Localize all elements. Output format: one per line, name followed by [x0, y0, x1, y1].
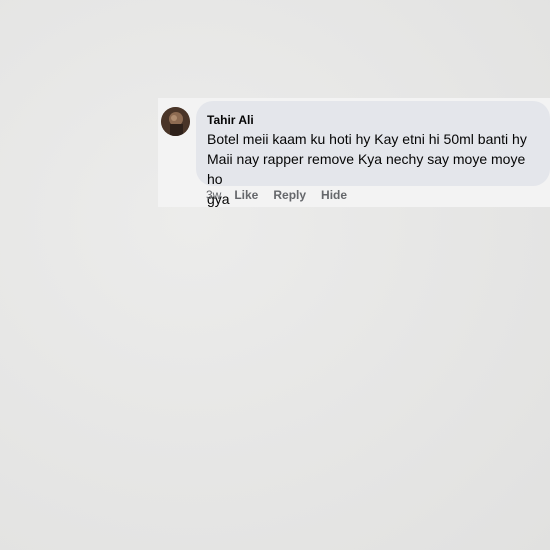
comment-bubble: Tahir Ali Botel meii kaam ku hoti hy Kay… [196, 101, 550, 207]
comment-card: Tahir Ali Botel meii kaam ku hoti hy Kay… [158, 98, 550, 207]
comment-text-line: Botel meii kaam ku hoti hy Kay etni hi 5… [207, 131, 527, 147]
comment-timestamp[interactable]: 3w [206, 188, 221, 202]
user-avatar-photo-icon [161, 107, 190, 136]
comment-actions: 3w Like Reply Hide [206, 188, 362, 202]
comment-author[interactable]: Tahir Ali [207, 113, 538, 127]
comment-text-line: Maii nay rapper remove Kya nechy say moy… [207, 151, 526, 187]
hide-button[interactable]: Hide [321, 188, 347, 202]
reply-button[interactable]: Reply [273, 188, 306, 202]
like-button[interactable]: Like [234, 188, 258, 202]
avatar[interactable] [161, 107, 190, 136]
